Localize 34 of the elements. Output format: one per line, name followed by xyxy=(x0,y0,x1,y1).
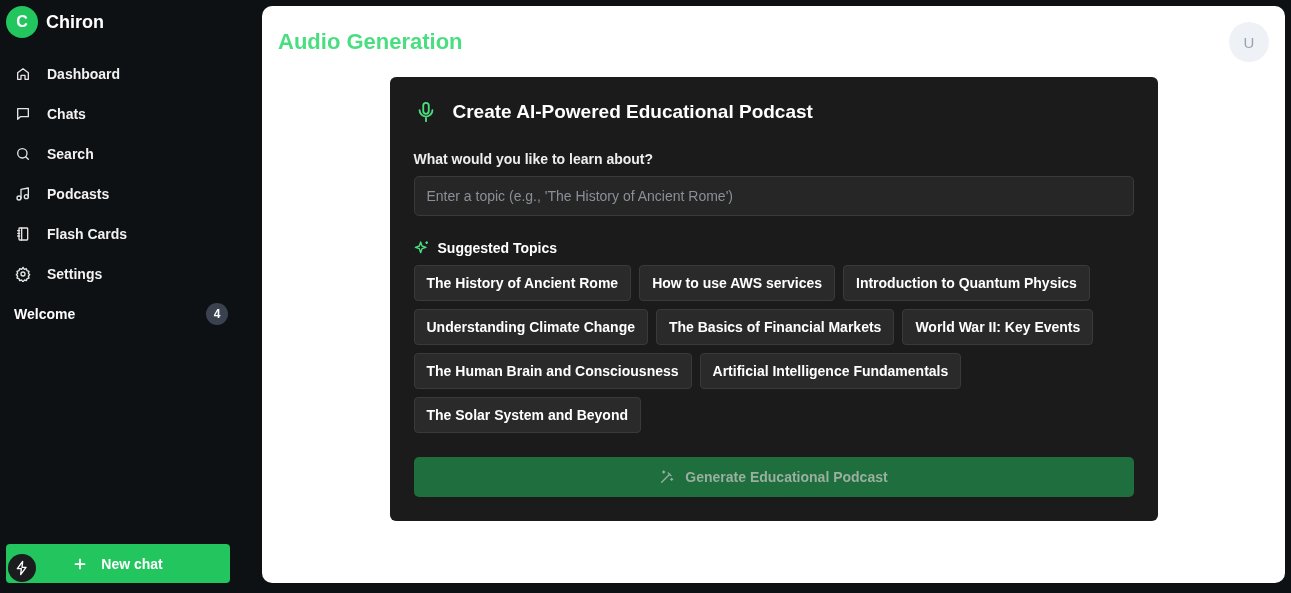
app-name: Chiron xyxy=(46,11,104,33)
notebook-icon xyxy=(15,226,31,242)
page-title: Audio Generation xyxy=(278,29,463,55)
topic-input-field[interactable]: Enter a topic (e.g., 'The History of Ancient Rome') xyxy=(413,176,1134,216)
topic-chip[interactable]: Introduction to Quantum Physics xyxy=(843,265,1090,301)
suggested-heading: Suggested Topics xyxy=(437,240,558,256)
home-icon xyxy=(15,66,31,82)
music-note-icon xyxy=(15,186,31,202)
field-label: What would you like to learn about? xyxy=(413,151,655,167)
sidebar-item[interactable]: Chats xyxy=(6,94,262,134)
topic-chip[interactable]: The Basics of Financial Markets xyxy=(655,309,895,345)
settings-icon xyxy=(15,266,31,282)
topic-chip[interactable]: The History of Ancient Rome xyxy=(413,265,632,301)
topic-chip[interactable]: Artificial Intelligence Fundamentals xyxy=(699,353,962,389)
sidebar-item[interactable]: Settings xyxy=(6,254,262,294)
search-icon xyxy=(15,146,31,162)
topic-chip[interactable]: How to use AWS services xyxy=(639,265,835,301)
sidebar-item[interactable]: Dashboard xyxy=(6,54,262,94)
logo-badge: C xyxy=(6,6,38,38)
count-badge: 4 xyxy=(206,303,228,325)
topic-chip[interactable]: The Solar System and Beyond xyxy=(413,397,641,433)
sidebar-item[interactable]: Podcasts xyxy=(6,174,262,214)
section-label: Welcome xyxy=(14,306,76,322)
topic-chip[interactable]: The Human Brain and Consciousness xyxy=(413,353,692,389)
lightning-icon xyxy=(14,560,30,576)
sidebar-item[interactable]: Flash Cards xyxy=(6,214,262,254)
topic-chip[interactable]: Understanding Climate Change xyxy=(413,309,648,345)
card-title: Create AI-Powered Educational Podcast xyxy=(452,101,813,123)
sparkles-icon xyxy=(413,240,430,256)
topic-chip[interactable]: World War II: Key Events xyxy=(902,309,1094,345)
magic-wand-icon xyxy=(659,469,676,485)
plus-icon xyxy=(73,556,88,571)
sidebar-item[interactable]: Search xyxy=(6,134,262,174)
chat-icon xyxy=(15,106,31,122)
